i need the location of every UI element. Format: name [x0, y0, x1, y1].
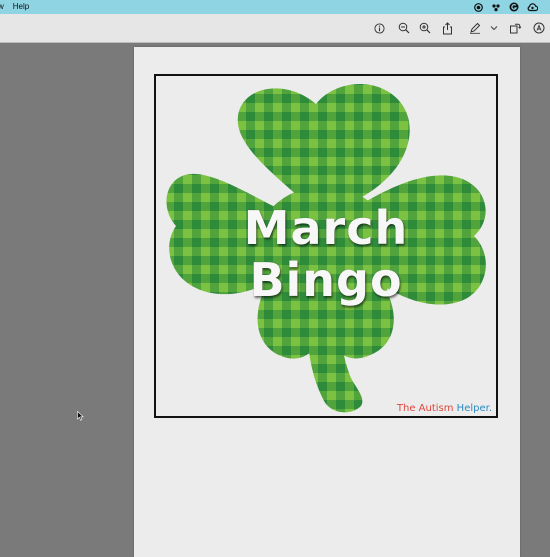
- info-icon[interactable]: [372, 21, 386, 35]
- menu-item-window[interactable]: w: [0, 0, 4, 14]
- title-line-march: March: [243, 201, 409, 255]
- bingo-cover-frame: March Bingo The Autism Helper.: [154, 74, 498, 418]
- rotate-icon[interactable]: [508, 21, 522, 35]
- brand-logo-part2: Helper.: [456, 403, 492, 414]
- menu-bar: w Help: [0, 0, 550, 14]
- zoom-in-icon[interactable]: [418, 21, 432, 35]
- share-icon[interactable]: [440, 21, 454, 35]
- status-icons: [474, 0, 538, 14]
- mouse-cursor-icon: [77, 408, 84, 426]
- toolbar: [0, 14, 550, 43]
- record-icon[interactable]: [474, 2, 483, 12]
- brand-logo: The Autism Helper.: [397, 403, 492, 414]
- dropbox-icon[interactable]: [491, 3, 501, 12]
- document-workspace: March Bingo The Autism Helper.: [0, 43, 550, 557]
- title-line-bingo: Bingo: [249, 253, 403, 307]
- menu-item-help[interactable]: Help: [13, 0, 29, 14]
- creative-cloud-icon[interactable]: [527, 2, 538, 12]
- annotate-icon[interactable]: [532, 21, 546, 35]
- grammarly-icon[interactable]: [509, 2, 519, 12]
- brand-logo-part1: The Autism: [396, 403, 457, 414]
- chevron-down-icon[interactable]: [487, 21, 501, 35]
- pdf-page: March Bingo The Autism Helper.: [134, 47, 520, 557]
- markup-pen-icon[interactable]: [468, 21, 482, 35]
- zoom-out-icon[interactable]: [397, 21, 411, 35]
